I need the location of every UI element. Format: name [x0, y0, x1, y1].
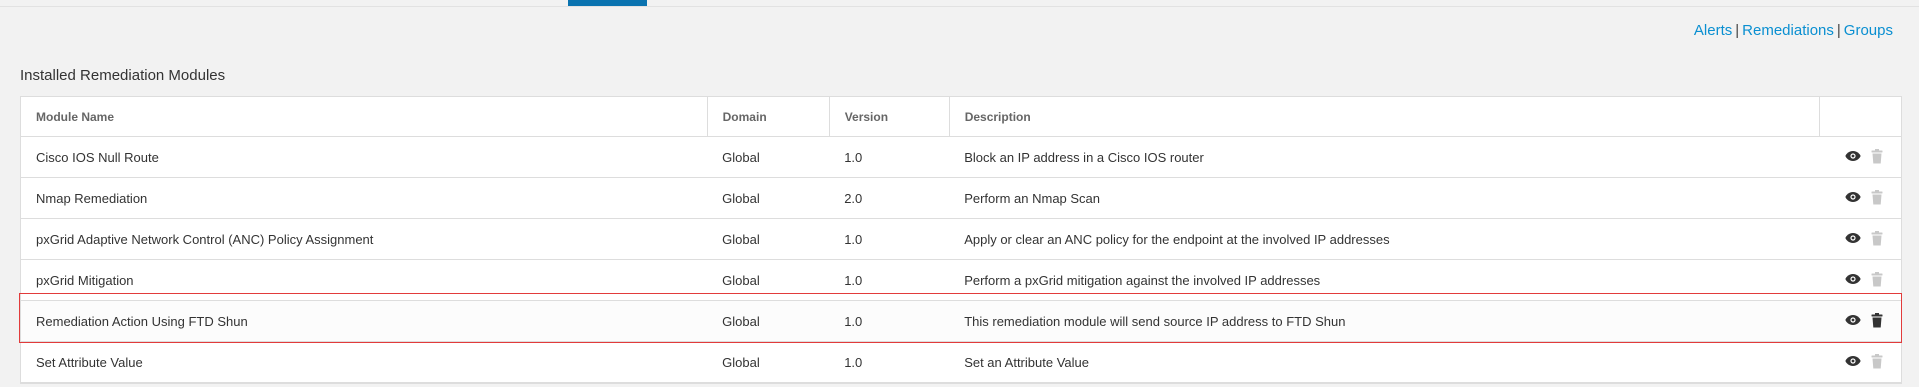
- column-header-version[interactable]: Version: [829, 97, 950, 137]
- trash-icon: [1871, 271, 1883, 287]
- cell-version: 1.0: [829, 218, 950, 260]
- cell-actions: [1819, 136, 1901, 178]
- table-row[interactable]: Set Attribute Value Global 1.0 Set an Attri…: [21, 341, 1901, 383]
- column-header-description[interactable]: Description: [949, 97, 1821, 137]
- cell-module-name: Nmap Remediation: [21, 177, 708, 219]
- table-row[interactable]: Remediation Action Using FTD Shun Global 1…: [21, 300, 1901, 342]
- cell-description: Perform a pxGrid mitigation against the …: [949, 259, 1820, 301]
- cell-module-name: Cisco IOS Null Route: [21, 136, 708, 178]
- cell-description: Perform an Nmap Scan: [949, 177, 1820, 219]
- page-title: Installed Remediation Modules: [20, 67, 226, 84]
- table-row[interactable]: pxGrid Adaptive Network Control (ANC) Po…: [21, 218, 1901, 260]
- cell-actions: [1819, 259, 1901, 301]
- cell-domain: Global: [707, 300, 830, 342]
- nav-link-groups[interactable]: Groups: [1844, 22, 1893, 39]
- cell-actions: [1819, 300, 1901, 342]
- eye-icon[interactable]: [1845, 232, 1861, 244]
- eye-icon[interactable]: [1845, 314, 1861, 326]
- column-header-module-name[interactable]: Module Name: [21, 97, 708, 137]
- eye-icon[interactable]: [1845, 355, 1861, 367]
- cell-actions: [1819, 218, 1901, 260]
- cell-module-name: pxGrid Adaptive Network Control (ANC) Po…: [21, 218, 708, 260]
- active-tab-indicator: [568, 0, 647, 6]
- column-header-actions: [1819, 97, 1901, 137]
- cell-description: This remediation module will send source…: [949, 300, 1820, 342]
- eye-icon[interactable]: [1845, 150, 1861, 162]
- cell-description: Block an IP address in a Cisco IOS route…: [949, 136, 1820, 178]
- cell-module-name: pxGrid Mitigation: [21, 259, 708, 301]
- table-row[interactable]: Cisco IOS Null Route Global 1.0 Block an IP…: [21, 136, 1901, 178]
- nav-link-remediations[interactable]: Remediations: [1742, 22, 1834, 39]
- section-nav-links: Alerts | Remediations | Groups: [1694, 22, 1893, 39]
- cell-domain: Global: [707, 259, 830, 301]
- trash-icon: [1871, 230, 1883, 246]
- trash-icon: [1871, 189, 1883, 205]
- trash-icon[interactable]: [1871, 312, 1883, 328]
- top-tab-strip: [0, 0, 1919, 7]
- cell-module-name: Set Attribute Value: [21, 341, 708, 383]
- nav-link-alerts[interactable]: Alerts: [1694, 22, 1732, 39]
- eye-icon[interactable]: [1845, 191, 1861, 203]
- cell-version: 2.0: [829, 177, 950, 219]
- cell-version: 1.0: [829, 259, 950, 301]
- trash-icon: [1871, 148, 1883, 164]
- cell-module-name: Remediation Action Using FTD Shun: [21, 300, 708, 342]
- cell-version: 1.0: [829, 136, 950, 178]
- cell-actions: [1819, 177, 1901, 219]
- cell-description: Set an Attribute Value: [949, 341, 1820, 383]
- table-row[interactable]: Nmap Remediation Global 2.0 Perform an Nmap…: [21, 177, 1901, 219]
- nav-separator: |: [1836, 22, 1841, 39]
- trash-icon: [1871, 353, 1883, 369]
- cell-actions: [1819, 341, 1901, 383]
- column-header-domain[interactable]: Domain: [707, 97, 830, 137]
- table-header-row: Module Name Domain Version Description: [21, 97, 1901, 137]
- cell-domain: Global: [707, 218, 830, 260]
- table-row[interactable]: pxGrid Mitigation Global 1.0 Perform a pxGr…: [21, 259, 1901, 301]
- remediation-modules-table: Module Name Domain Version Description C…: [20, 96, 1902, 384]
- cell-description: Apply or clear an ANC policy for the end…: [949, 218, 1820, 260]
- cell-domain: Global: [707, 341, 830, 383]
- cell-version: 1.0: [829, 300, 950, 342]
- cell-domain: Global: [707, 177, 830, 219]
- cell-version: 1.0: [829, 341, 950, 383]
- nav-separator: |: [1735, 22, 1740, 39]
- eye-icon[interactable]: [1845, 273, 1861, 285]
- cell-domain: Global: [707, 136, 830, 178]
